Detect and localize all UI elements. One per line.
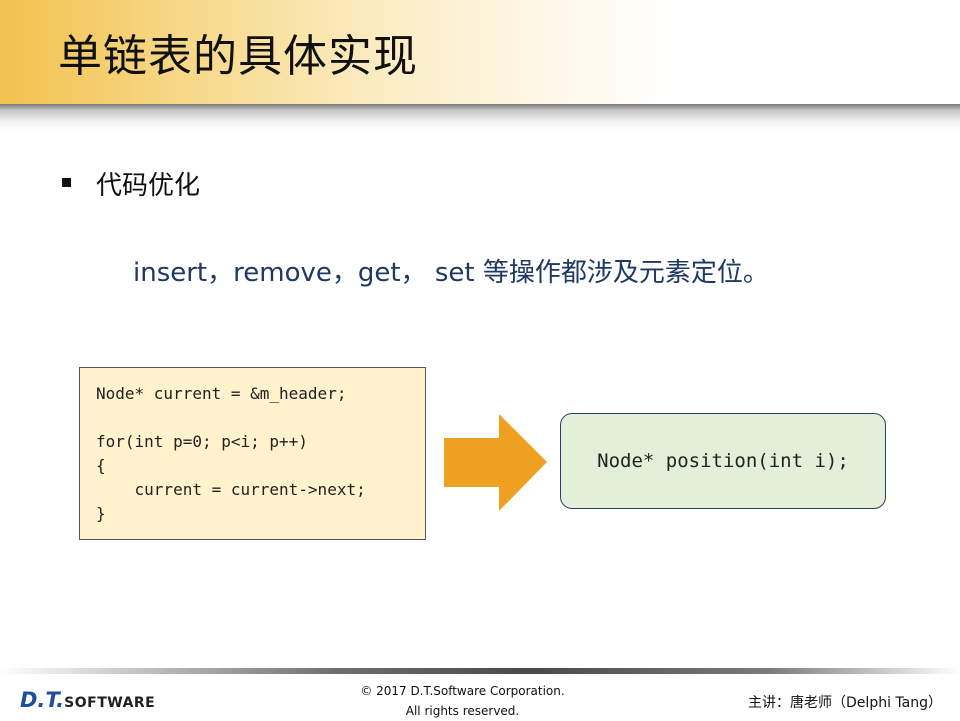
code-box-loop: Node* current = &m_header; for(int p=0; … xyxy=(79,367,426,540)
code-line: current = current->next; xyxy=(96,480,366,499)
slide-title: 单链表的具体实现 xyxy=(58,31,418,82)
logo-dt: D.T. xyxy=(20,688,65,712)
logo-software: SOFTWARE xyxy=(64,695,156,711)
subtext: insert，remove，get， set 等操作都涉及元素定位。 xyxy=(133,258,769,288)
copyright-line-2: All rights reserved. xyxy=(405,704,520,718)
presenter-credit: 主讲：唐老师（Delphi Tang） xyxy=(748,695,942,711)
code-line: } xyxy=(96,504,106,523)
bullet-square-icon xyxy=(62,178,71,187)
code-line: { xyxy=(96,456,106,475)
right-arrow-icon xyxy=(444,414,547,511)
title-divider xyxy=(0,104,960,130)
position-function-signature: Node* position(int i); xyxy=(597,450,849,472)
dt-software-logo: D.T.SOFTWARE xyxy=(20,688,155,712)
code-line: for(int p=0; p<i; p++) xyxy=(96,432,308,451)
footer-divider xyxy=(0,668,960,674)
code-line: Node* current = &m_header; xyxy=(96,384,347,403)
copyright: © 2017 D.T.Software Corporation. All rig… xyxy=(350,681,575,721)
bullet-text: 代码优化 xyxy=(96,171,201,201)
code-box-position: Node* position(int i); xyxy=(560,413,886,509)
copyright-line-1: © 2017 D.T.Software Corporation. xyxy=(360,684,565,698)
